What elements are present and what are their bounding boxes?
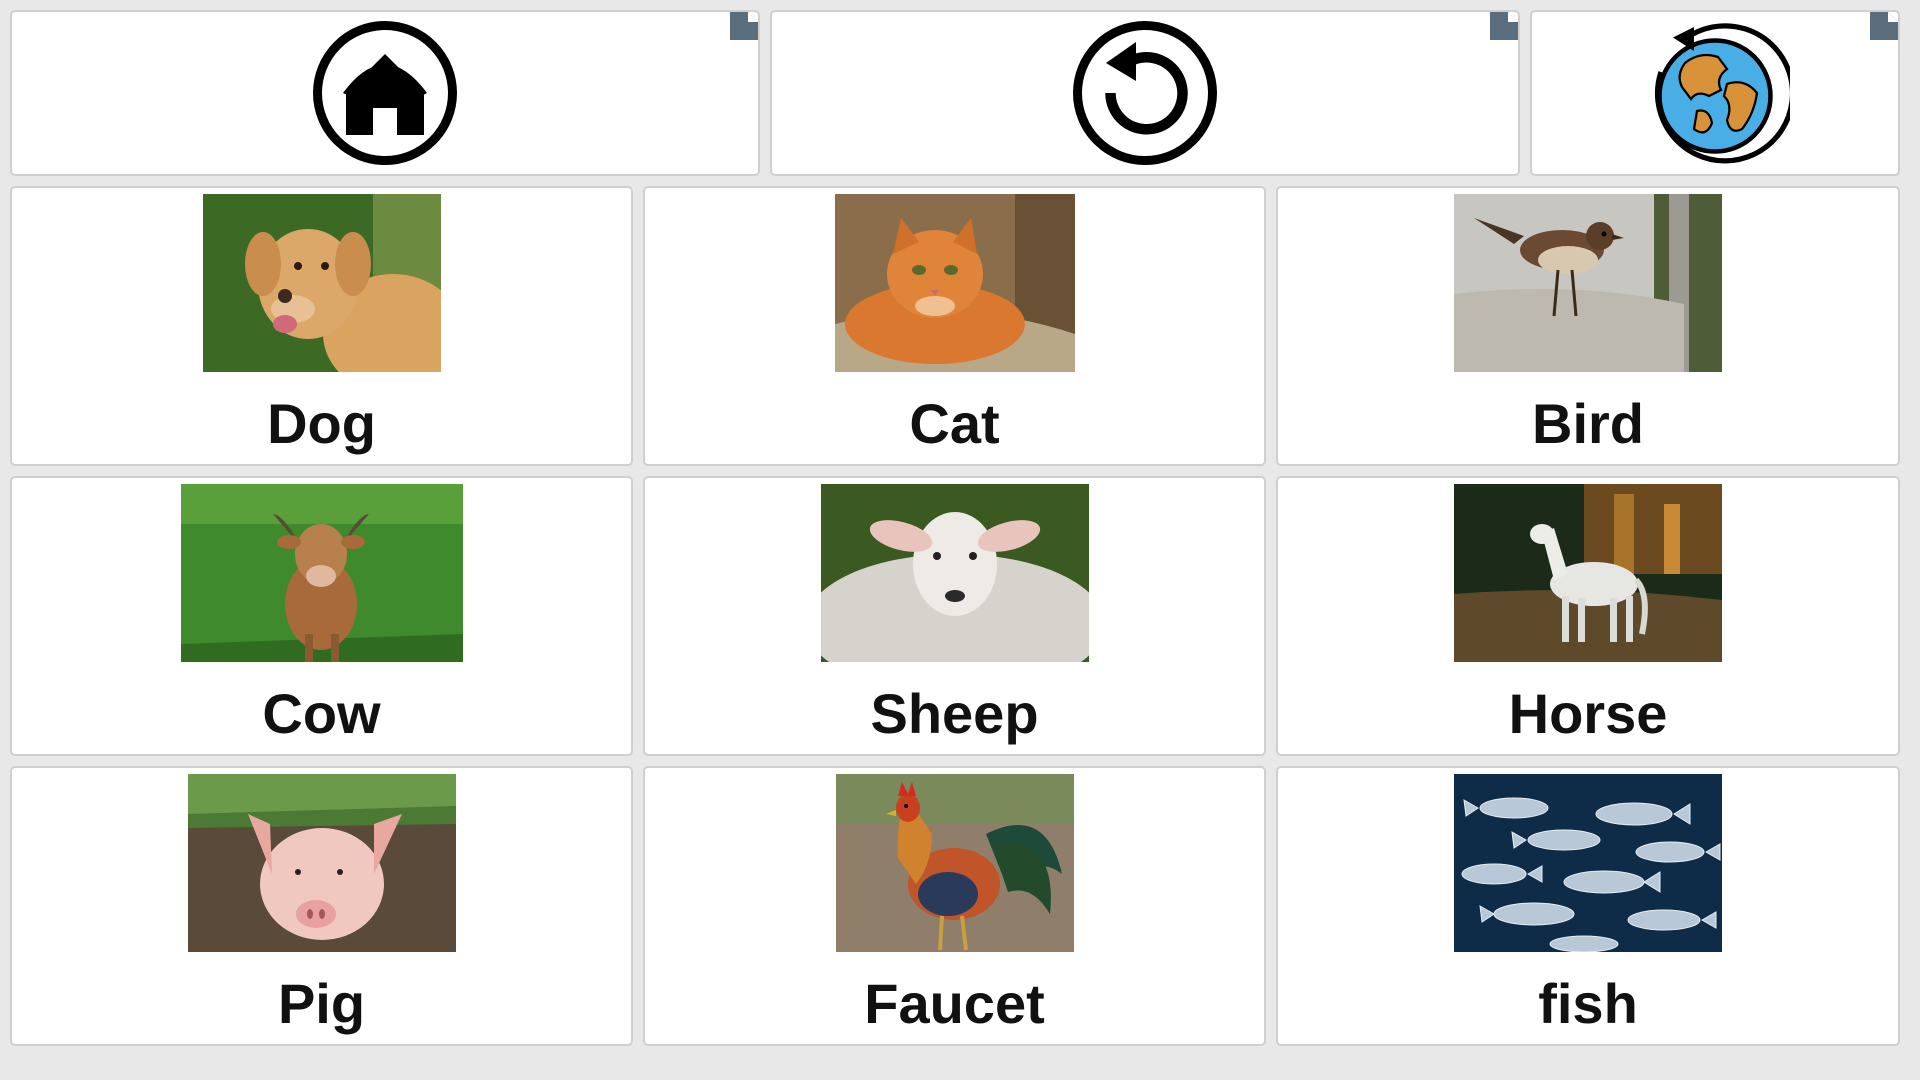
cell-label: fish xyxy=(1538,972,1638,1035)
grid-cell-fish[interactable]: fish xyxy=(1276,766,1900,1046)
rooster-photo xyxy=(835,774,1074,952)
language-button[interactable] xyxy=(1530,10,1900,176)
cell-label: Cat xyxy=(909,392,1000,455)
dog-photo xyxy=(202,194,441,372)
home-icon xyxy=(313,21,457,165)
bird-photo xyxy=(1454,194,1722,372)
folder-corner-icon xyxy=(730,12,758,40)
back-button[interactable] xyxy=(770,10,1520,176)
cell-label: Faucet xyxy=(864,972,1045,1035)
grid-cell-sheep[interactable]: Sheep xyxy=(643,476,1266,756)
cow-photo xyxy=(180,484,463,662)
grid-cell-pig[interactable]: Pig xyxy=(10,766,633,1046)
globe-refresh-icon xyxy=(1654,23,1790,164)
folder-corner-icon xyxy=(1490,12,1518,40)
undo-arrow-icon xyxy=(1073,21,1217,165)
folder-corner-icon xyxy=(1870,12,1898,40)
home-button[interactable] xyxy=(10,10,760,176)
horse-photo xyxy=(1454,484,1722,662)
cell-label: Sheep xyxy=(870,682,1039,745)
grid-cell-cow[interactable]: Cow xyxy=(10,476,633,756)
grid-cell-horse[interactable]: Horse xyxy=(1276,476,1900,756)
grid-cell-dog[interactable]: Dog xyxy=(10,186,633,466)
pig-photo xyxy=(187,774,456,952)
grid-cell-bird[interactable]: Bird xyxy=(1276,186,1900,466)
communication-board: Dog Cat Bird Cow Sheep Horse Pig Faucet … xyxy=(0,0,1920,1080)
cell-label: Pig xyxy=(277,972,366,1035)
cell-label: Dog xyxy=(267,392,376,455)
cat-photo xyxy=(834,194,1075,372)
cell-label: Horse xyxy=(1508,682,1668,745)
grid-cell-cat[interactable]: Cat xyxy=(643,186,1266,466)
cell-label: Cow xyxy=(262,682,381,745)
sheep-photo xyxy=(820,484,1089,662)
grid-cell-rooster[interactable]: Faucet xyxy=(643,766,1266,1046)
cell-label: Bird xyxy=(1532,392,1644,455)
fish-photo xyxy=(1454,774,1722,952)
